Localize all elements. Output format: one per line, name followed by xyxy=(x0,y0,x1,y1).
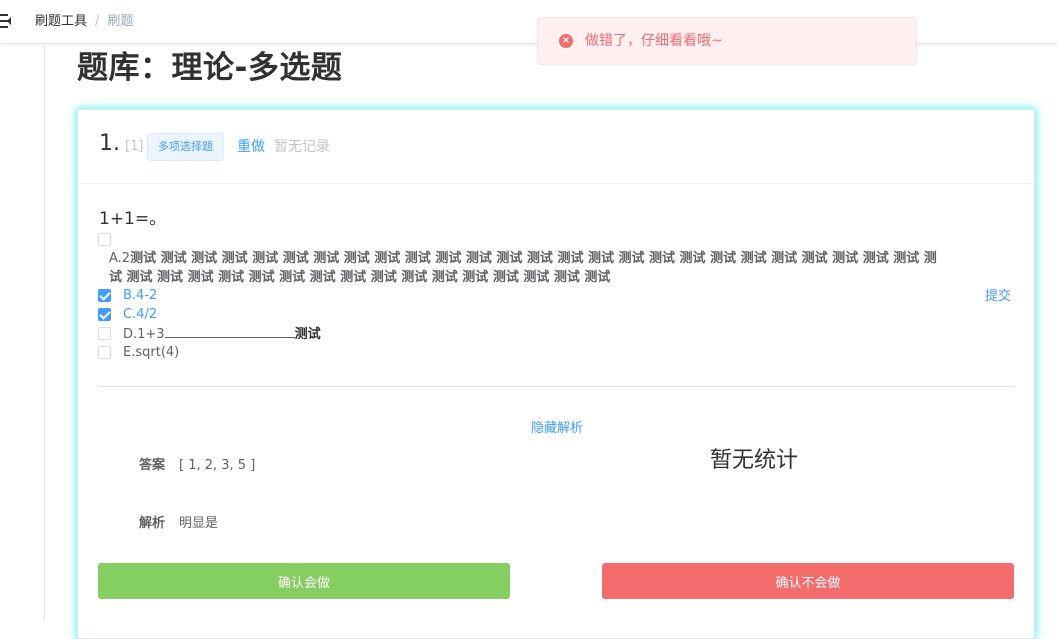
sidebar-divider xyxy=(44,44,45,619)
option-a-label[interactable]: A.2测试 测试 测试 测试 测试 测试 测试 测试 测试 测试 测试 测试 测… xyxy=(109,249,949,287)
question-number: 1. xyxy=(99,131,120,156)
confirm-know-button[interactable]: 确认会做 xyxy=(98,563,510,599)
question-type-tag: 多项选择题 xyxy=(147,133,224,161)
redo-button[interactable]: 重做 xyxy=(237,138,265,156)
breadcrumb-item-current: 刷题 xyxy=(107,14,134,29)
option-b-label[interactable]: B.4-2 xyxy=(123,287,157,305)
question-id: [1] xyxy=(125,139,144,154)
option-d-label[interactable]: D.1+3 测试 xyxy=(123,325,321,344)
option-d-tail: 测试 xyxy=(294,327,321,342)
breadcrumb-separator: / xyxy=(95,14,100,29)
hamburger-menu-icon[interactable] xyxy=(0,13,12,29)
option-d-blank xyxy=(164,325,295,338)
question-card: 1. [1] 多项选择题 重做 暂无记录 1+1=。 A.2测试 测试 测试 测… xyxy=(77,109,1035,639)
toggle-analysis-button[interactable]: 隐藏解析 xyxy=(531,421,583,437)
error-circle-icon: × xyxy=(559,34,573,48)
section-divider xyxy=(98,386,1015,387)
option-c-checkbox[interactable] xyxy=(98,308,111,321)
breadcrumb-item-tool[interactable]: 刷题工具 xyxy=(35,14,87,29)
option-d-checkbox[interactable] xyxy=(98,327,111,340)
option-a-prefix: A.2 xyxy=(109,251,131,266)
answer-label: 答案 xyxy=(139,458,166,473)
option-d-prefix: D.1+3 xyxy=(123,327,165,342)
option-c-label[interactable]: C.4/2 xyxy=(123,306,157,324)
page-title: 题库：理论-多选题 xyxy=(77,50,343,86)
confirm-dont-know-button[interactable]: 确认不会做 xyxy=(602,563,1014,599)
option-e-label[interactable]: E.sqrt(4) xyxy=(123,344,179,362)
option-a-text: 测试 测试 测试 测试 测试 测试 测试 测试 测试 测试 测试 测试 测试 测… xyxy=(109,251,937,285)
option-a-checkbox[interactable] xyxy=(98,233,111,246)
error-toast: × 做错了，仔细看看哦~ xyxy=(537,17,917,65)
answer-value: [ 1, 2, 3, 5 ] xyxy=(179,458,256,473)
explanation-value: 明显是 xyxy=(179,516,219,531)
submit-button[interactable]: 提交 xyxy=(985,288,1011,306)
option-b-checkbox[interactable] xyxy=(98,289,111,302)
breadcrumb: 刷题工具 / 刷题 xyxy=(35,14,133,30)
record-status: 暂无记录 xyxy=(274,139,330,155)
toast-message: 做错了，仔细看看哦~ xyxy=(585,33,723,49)
option-e-checkbox[interactable] xyxy=(98,346,111,359)
stats-placeholder: 暂无统计 xyxy=(710,448,799,473)
question-stem: 1+1=。 xyxy=(99,209,167,229)
question-card-header: 1. [1] 多项选择题 重做 暂无记录 xyxy=(78,110,1034,184)
explanation-label: 解析 xyxy=(139,516,166,531)
